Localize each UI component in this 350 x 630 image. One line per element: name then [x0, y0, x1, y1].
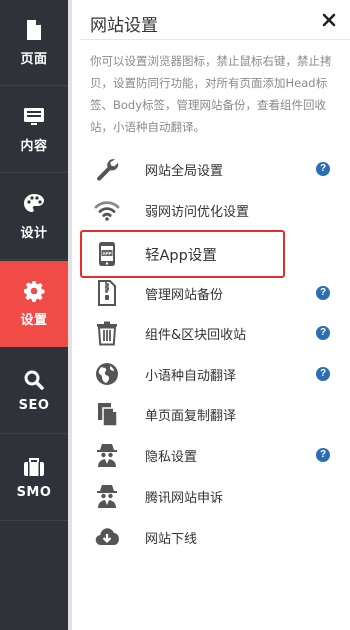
menu-item-label: 隐私设置: [145, 449, 198, 465]
menu-item-label: 网站全局设置: [145, 163, 224, 179]
menu-item-label: 网站下线: [145, 531, 198, 547]
panel-description: 你可以设置浏览器图标，禁止鼠标右键，禁止拷贝，设置防同行功能，对所有页面添加He…: [90, 54, 332, 134]
menu-item-label: 组件&区块回收站: [145, 327, 247, 343]
menu-item-auto-translate[interactable]: 小语种自动翻译 ?: [92, 354, 342, 394]
sidebar-item-settings[interactable]: 设置: [0, 261, 68, 347]
sidebar-item-label: 页面: [20, 52, 48, 67]
menu-item-backup[interactable]: 管理网站备份 ?: [92, 273, 342, 313]
sidebar-item-label: 内容: [20, 139, 48, 154]
help-icon[interactable]: ?: [316, 448, 330, 462]
globe-icon: [92, 359, 122, 389]
sidebar-item-label: 设置: [20, 313, 48, 328]
menu-item-label: 腾讯网站申诉: [145, 490, 224, 506]
zip-file-icon: [92, 278, 122, 308]
help-icon[interactable]: ?: [316, 286, 330, 300]
help-icon[interactable]: ?: [316, 326, 330, 340]
menu-item-weak-network[interactable]: 弱网访问优化设置: [92, 190, 342, 230]
app-phone-icon: APP: [92, 239, 122, 269]
title-divider: [80, 39, 350, 40]
sidebar-item-seo[interactable]: SEO: [0, 348, 68, 434]
trash-icon: [92, 318, 122, 348]
copy-icon: [92, 399, 122, 429]
help-icon[interactable]: ?: [316, 162, 330, 176]
sidebar-item-label: SEO: [18, 398, 50, 413]
file-icon: [27, 20, 41, 40]
cloud-download-icon: [92, 522, 122, 552]
sidebar-item-content[interactable]: 内容: [0, 87, 68, 173]
svg-text:APP: APP: [102, 251, 111, 256]
settings-panel: 网站设置 你可以设置浏览器图标，禁止鼠标右键，禁止拷贝，设置防同行功能，对所有页…: [72, 0, 350, 630]
menu-item-global-settings[interactable]: 网站全局设置 ?: [92, 149, 342, 189]
spy-icon: [92, 440, 122, 470]
menu-item-tencent-appeal[interactable]: 腾讯网站申诉: [92, 476, 342, 516]
panel-title: 网站设置: [90, 16, 158, 36]
briefcase-icon: [24, 458, 44, 476]
menu-item-privacy[interactable]: 隐私设置 ?: [92, 435, 342, 475]
help-icon[interactable]: ?: [316, 367, 330, 381]
wifi-icon: [92, 195, 122, 225]
menu-item-label: 管理网站备份: [145, 287, 224, 303]
monitor-icon: [24, 108, 44, 125]
spy-icon: [92, 481, 122, 511]
wrench-icon: [92, 154, 122, 184]
sidebar-item-design[interactable]: 设计: [0, 174, 68, 260]
menu-item-recycle-bin[interactable]: 组件&区块回收站 ?: [92, 313, 342, 353]
menu-item-page-copy-translate[interactable]: 单页面复制翻译: [92, 394, 342, 434]
sidebar-item-page[interactable]: 页面: [0, 0, 68, 86]
menu-item-site-offline[interactable]: 网站下线: [92, 517, 342, 557]
menu-item-label: 弱网访问优化设置: [145, 204, 250, 220]
sidebar-item-smo[interactable]: SMO: [0, 435, 68, 521]
close-icon[interactable]: [322, 13, 336, 27]
sidebar: 页面 内容 设计 设置 SEO SMO: [0, 0, 68, 630]
palette-icon: [24, 194, 44, 212]
search-icon: [24, 370, 44, 390]
gear-icon: [24, 281, 45, 302]
menu-item-label: 轻App设置: [145, 247, 217, 264]
menu-item-label: 小语种自动翻译: [145, 368, 237, 384]
menu-item-label: 单页面复制翻译: [145, 408, 237, 424]
menu-item-light-app[interactable]: APP 轻App设置: [92, 234, 342, 274]
sidebar-item-label: 设计: [20, 226, 48, 241]
sidebar-item-label: SMO: [16, 485, 52, 500]
